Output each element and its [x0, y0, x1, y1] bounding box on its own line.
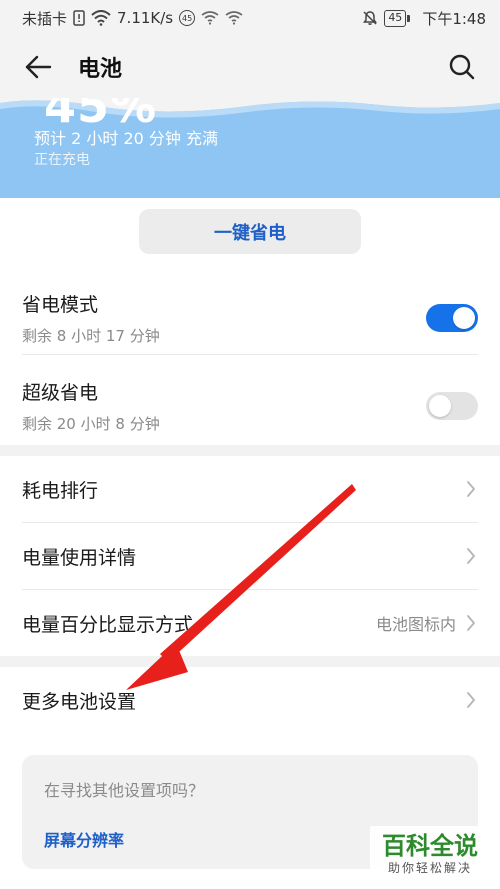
- row-title: 电量百分比显示方式: [22, 613, 194, 636]
- row-text: 省电模式 剩余 8 小时 17 分钟: [22, 290, 160, 346]
- sim-alert-icon: [73, 10, 85, 26]
- toggle-knob: [453, 307, 475, 329]
- watermark-logo: 百科全说 助你轻松解决: [370, 826, 490, 882]
- status-bar: 未插卡 7.11K/s 45 45 下午1:48: [0, 0, 500, 36]
- wifi-icon: [225, 11, 243, 25]
- status-left: 未插卡 7.11K/s 45: [22, 8, 243, 29]
- row-text: 超级省电 剩余 20 小时 8 分钟: [22, 378, 160, 434]
- clock: 下午1:48: [422, 9, 486, 28]
- app-bar: 电池: [0, 36, 500, 98]
- watermark-subtitle: 助你轻松解决: [387, 860, 472, 875]
- super-power-saving-toggle[interactable]: [426, 392, 478, 420]
- status-right: 45 下午1:48: [362, 8, 486, 29]
- row-right: [426, 392, 478, 420]
- row-title: 更多电池设置: [22, 690, 137, 713]
- percentage-display-row[interactable]: 电量百分比显示方式 电池图标内: [0, 590, 500, 656]
- battery-icon: 45: [384, 9, 411, 27]
- network-speed: 7.11K/s: [117, 9, 174, 27]
- mute-icon: [362, 10, 378, 26]
- super-power-saving-row[interactable]: 超级省电 剩余 20 小时 8 分钟: [0, 370, 500, 442]
- wifi-icon: [91, 10, 111, 26]
- row-title: 省电模式: [22, 294, 99, 316]
- chevron-right-icon: [464, 546, 478, 566]
- charge-estimate: 预计 2 小时 20 分钟 充满: [34, 129, 218, 148]
- power-saving-toggle[interactable]: [426, 304, 478, 332]
- chevron-right-icon: [464, 479, 478, 499]
- back-button[interactable]: [18, 47, 58, 87]
- divider: [22, 354, 478, 355]
- power-ranking-row[interactable]: 耗电排行: [0, 456, 500, 522]
- sim-status-text: 未插卡: [22, 9, 68, 28]
- section-gap: [0, 445, 500, 456]
- row-subtitle: 剩余 20 小时 8 分钟: [22, 415, 160, 433]
- one-key-save-wrap: 一键省电: [0, 209, 500, 254]
- power-saving-mode-row[interactable]: 省电模式 剩余 8 小时 17 分钟: [0, 282, 500, 354]
- chevron-right-icon: [464, 613, 478, 633]
- suggestion-question: 在寻找其他设置项吗？: [44, 781, 205, 800]
- page-title: 电池: [78, 57, 123, 82]
- row-title: 超级省电: [22, 382, 99, 404]
- one-key-save-button[interactable]: 一键省电: [139, 209, 361, 254]
- usage-details-row[interactable]: 电量使用详情: [0, 523, 500, 589]
- row-title: 耗电排行: [22, 479, 99, 502]
- chevron-right-icon: [464, 690, 478, 710]
- row-right: [426, 304, 478, 332]
- more-battery-settings-row[interactable]: 更多电池设置: [0, 667, 500, 733]
- back-arrow-icon: [25, 55, 52, 79]
- row-right: 电池图标内: [376, 611, 478, 635]
- toggle-knob: [429, 395, 451, 417]
- row-right: [464, 479, 478, 499]
- row-right: [464, 690, 478, 710]
- charge-state: 正在充电: [34, 152, 90, 168]
- screen-resolution-link[interactable]: 屏幕分辨率: [44, 827, 124, 851]
- row-right: [464, 546, 478, 566]
- row-value: 电池图标内: [375, 615, 456, 634]
- network-45-icon: 45: [179, 10, 196, 26]
- search-button[interactable]: [442, 47, 482, 87]
- search-icon: [449, 54, 475, 80]
- row-title: 电量使用详情: [22, 546, 137, 569]
- row-subtitle: 剩余 8 小时 17 分钟: [22, 327, 160, 345]
- wifi-icon: [201, 11, 219, 25]
- section-gap: [0, 656, 500, 667]
- watermark-title: 百科全说: [382, 831, 478, 860]
- battery-hero: 45% 预计 2 小时 20 分钟 充满 正在充电: [0, 85, 500, 198]
